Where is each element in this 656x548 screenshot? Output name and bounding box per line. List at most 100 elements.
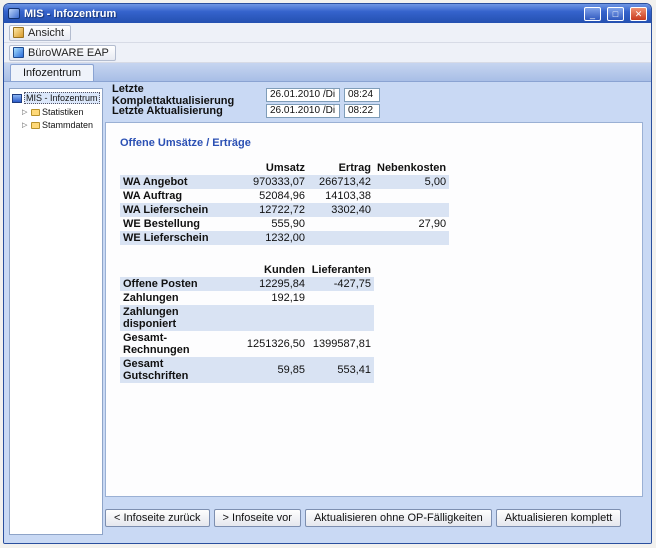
table-header-row: Umsatz Ertrag Nebenkosten — [120, 161, 449, 175]
row-label: WA Lieferschein — [120, 203, 232, 217]
panel-title: Offene Umsätze / Erträge — [120, 137, 642, 149]
tree-item-label: Statistiken — [42, 107, 84, 117]
infoseite-zurueck-button[interactable]: < Infoseite zurück — [105, 509, 210, 527]
cell-value: 5,00 — [374, 175, 449, 189]
folder-icon — [31, 109, 40, 116]
cell-value — [308, 217, 374, 231]
last-update-date-field[interactable]: 26.01.2010 /Di — [266, 104, 340, 118]
table-row: WE Bestellung 555,90 27,90 — [120, 217, 449, 231]
cell-value — [232, 305, 308, 331]
table-row: Gesamt Gutschriften 59,85 553,41 — [120, 357, 374, 383]
last-update-row: Letzte Aktualisierung 26.01.2010 /Di 08:… — [112, 103, 380, 118]
row-label: Zahlungen disponiert — [120, 305, 232, 331]
cell-value: 1232,00 — [232, 231, 308, 245]
cell-value: 553,41 — [308, 357, 374, 383]
cell-value — [374, 189, 449, 203]
titlebar[interactable]: MIS - Infozentrum _ □ ✕ — [4, 4, 651, 23]
last-update-label: Letzte Aktualisierung — [112, 105, 266, 117]
cell-value: 14103,38 — [308, 189, 374, 203]
aktualisieren-komplett-button[interactable]: Aktualisieren komplett — [496, 509, 622, 527]
cell-value — [374, 231, 449, 245]
tree-item-label: Stammdaten — [42, 120, 93, 130]
table-row: Gesamt-Rechnungen 1251326,50 1399587,81 — [120, 331, 374, 357]
column-header: Lieferanten — [308, 263, 374, 277]
tab-strip: Infozentrum — [4, 63, 651, 82]
table-header-row: Kunden Lieferanten — [120, 263, 374, 277]
content-area: MIS - Infozentrum ▷ Statistiken ▷ Stammd… — [4, 82, 651, 543]
navigation-tree: MIS - Infozentrum ▷ Statistiken ▷ Stammd… — [9, 88, 103, 535]
ansicht-button-label: Ansicht — [28, 27, 64, 39]
toolbar-row-2: BüroWARE EAP — [4, 43, 651, 63]
cell-value: 555,90 — [232, 217, 308, 231]
tab-infozentrum[interactable]: Infozentrum — [10, 64, 94, 81]
tree-item-stammdaten[interactable]: ▷ Stammdaten — [22, 120, 100, 130]
tree-item-root[interactable]: MIS - Infozentrum — [12, 92, 100, 104]
info-panel: Offene Umsätze / Erträge Umsatz Ertrag N… — [105, 122, 643, 497]
chevron-expand-icon[interactable]: ▷ — [22, 121, 29, 129]
view-icon — [13, 27, 24, 38]
last-full-update-time-field[interactable]: 08:24 — [344, 88, 380, 102]
cell-value: -427,75 — [308, 277, 374, 291]
minimize-button[interactable]: _ — [584, 7, 601, 21]
cell-value — [308, 305, 374, 331]
last-full-update-row: Letzte Komplettaktualisierung 26.01.2010… — [112, 87, 380, 102]
cell-value: 52084,96 — [232, 189, 308, 203]
row-label: Offene Posten — [120, 277, 232, 291]
close-button[interactable]: ✕ — [630, 7, 647, 21]
posten-table: Kunden Lieferanten Offene Posten 12295,8… — [120, 263, 374, 383]
cell-value — [308, 231, 374, 245]
cell-value: 12722,72 — [232, 203, 308, 217]
table-row: Zahlungen disponiert — [120, 305, 374, 331]
bueroware-eap-button[interactable]: BüroWARE EAP — [9, 45, 116, 61]
cell-value: 3302,40 — [308, 203, 374, 217]
table-row: WE Lieferschein 1232,00 — [120, 231, 449, 245]
cell-value: 1399587,81 — [308, 331, 374, 357]
cell-value: 59,85 — [232, 357, 308, 383]
cell-value: 266713,42 — [308, 175, 374, 189]
cell-value: 12295,84 — [232, 277, 308, 291]
header-spacer — [120, 161, 232, 175]
column-header: Kunden — [232, 263, 308, 277]
last-update-time-field[interactable]: 08:22 — [344, 104, 380, 118]
row-label: WE Bestellung — [120, 217, 232, 231]
cell-value: 970333,07 — [232, 175, 308, 189]
cell-value: 192,19 — [232, 291, 308, 305]
window-title: MIS - Infozentrum — [24, 8, 578, 20]
maximize-button[interactable]: □ — [607, 7, 624, 21]
row-label: Zahlungen — [120, 291, 232, 305]
row-label: WA Angebot — [120, 175, 232, 189]
row-label: Gesamt Gutschriften — [120, 357, 232, 383]
ansicht-button[interactable]: Ansicht — [9, 25, 71, 41]
bueroware-eap-button-label: BüroWARE EAP — [28, 47, 109, 59]
cell-value: 27,90 — [374, 217, 449, 231]
footer-button-bar: < Infoseite zurück > Infoseite vor Aktua… — [105, 509, 621, 527]
last-full-update-date-field[interactable]: 26.01.2010 /Di — [266, 88, 340, 102]
table-row: WA Auftrag 52084,96 14103,38 — [120, 189, 449, 203]
folder-icon — [31, 122, 40, 129]
chevron-expand-icon[interactable]: ▷ — [22, 108, 29, 116]
table-row: WA Lieferschein 12722,72 3302,40 — [120, 203, 449, 217]
infocenter-node-icon — [12, 94, 22, 103]
table-row: WA Angebot 970333,07 266713,42 5,00 — [120, 175, 449, 189]
column-header: Umsatz — [232, 161, 308, 175]
cell-value — [374, 203, 449, 217]
table-row: Zahlungen 192,19 — [120, 291, 374, 305]
app-icon — [8, 8, 20, 19]
row-label: WA Auftrag — [120, 189, 232, 203]
table-row: Offene Posten 12295,84 -427,75 — [120, 277, 374, 291]
tree-root-label: MIS - Infozentrum — [24, 92, 100, 104]
application-window: MIS - Infozentrum _ □ ✕ Ansicht BüroWARE… — [3, 3, 652, 544]
infoseite-vor-button[interactable]: > Infoseite vor — [214, 509, 301, 527]
umsaetze-table: Umsatz Ertrag Nebenkosten WA Angebot 970… — [120, 161, 449, 245]
column-header: Ertrag — [308, 161, 374, 175]
cell-value: 1251326,50 — [232, 331, 308, 357]
cell-value — [308, 291, 374, 305]
header-spacer — [120, 263, 232, 277]
column-header: Nebenkosten — [374, 161, 449, 175]
tree-item-statistiken[interactable]: ▷ Statistiken — [22, 107, 100, 117]
toolbar-row-1: Ansicht — [4, 23, 651, 43]
row-label: Gesamt-Rechnungen — [120, 331, 232, 357]
euro-app-icon — [13, 47, 24, 58]
row-label: WE Lieferschein — [120, 231, 232, 245]
aktualisieren-ohne-op-button[interactable]: Aktualisieren ohne OP-Fälligkeiten — [305, 509, 492, 527]
